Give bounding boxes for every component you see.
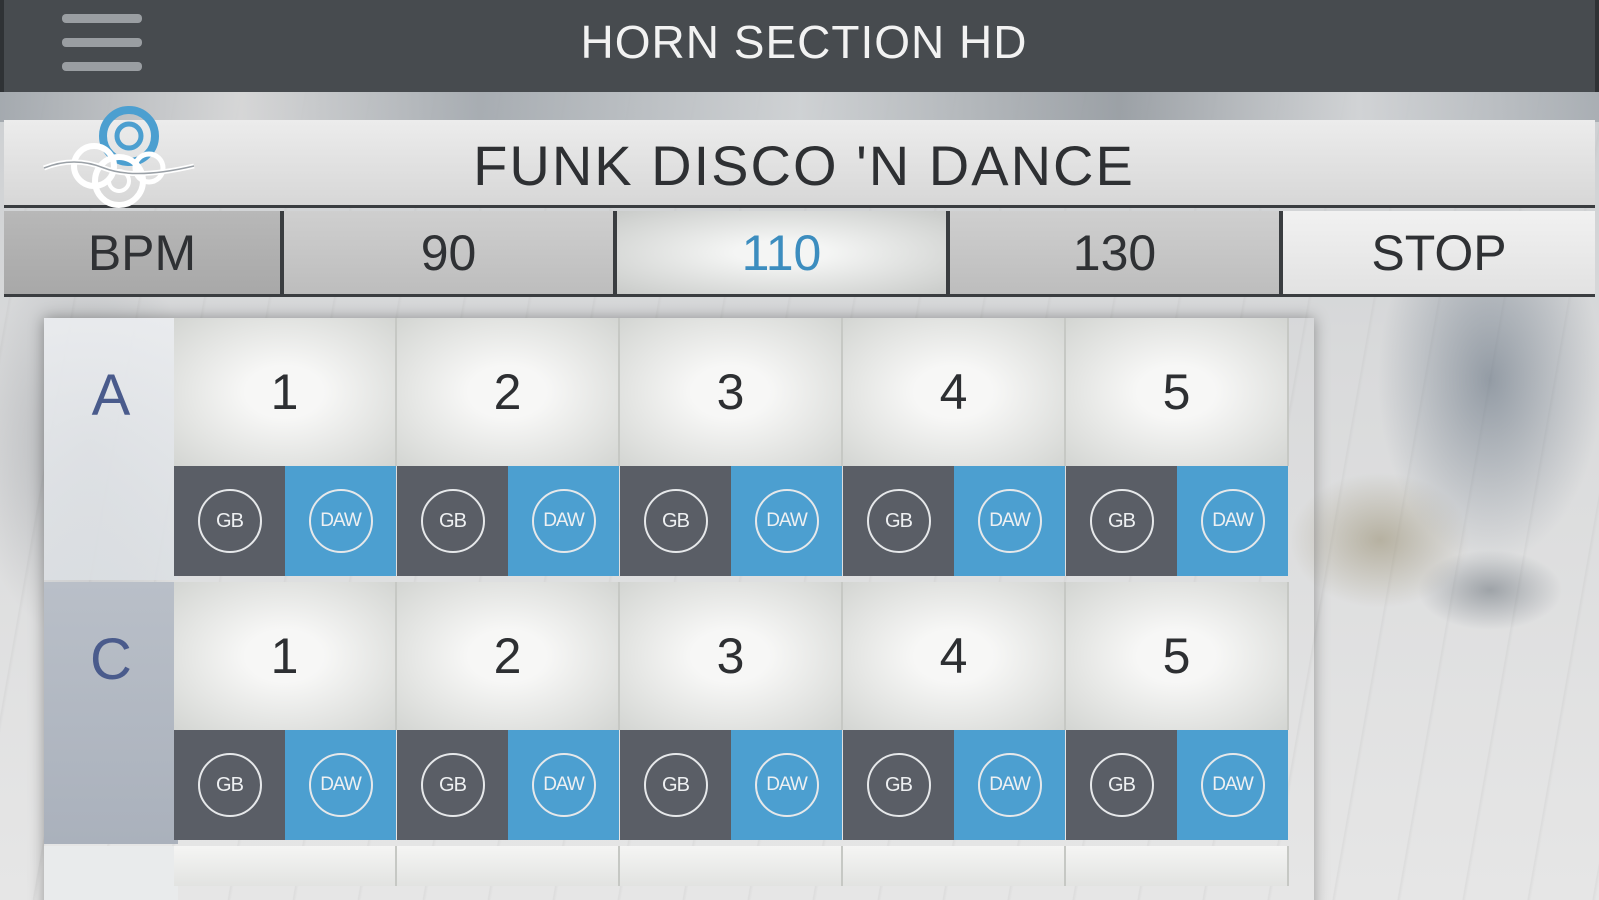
daw-export-button-a-5[interactable]: DAW: [1177, 466, 1288, 576]
gb-export-button-a-3[interactable]: GB: [620, 466, 731, 576]
pad-grid: A 1 2 3 4 5 GB DAW GB DAW GB DAW GB DAW …: [44, 318, 1314, 900]
gb-export-button-a-2[interactable]: GB: [397, 466, 508, 576]
menu-line: [62, 62, 142, 71]
pad-c-4[interactable]: 4: [843, 582, 1066, 730]
pad-c-1[interactable]: 1: [174, 582, 397, 730]
row-key-c: C: [44, 582, 178, 844]
row-key-next: [44, 846, 178, 900]
pad-next-5[interactable]: [1066, 846, 1289, 886]
hamburger-menu-icon[interactable]: [62, 14, 142, 74]
bpm-label: BPM: [4, 211, 280, 294]
tempo-bar: BPM 90 110 130 STOP: [4, 211, 1595, 297]
pad-next-2[interactable]: [397, 846, 620, 886]
gb-export-button-c-5[interactable]: GB: [1066, 730, 1177, 840]
daw-export-button-c-5[interactable]: DAW: [1177, 730, 1288, 840]
gb-export-button-c-2[interactable]: GB: [397, 730, 508, 840]
daw-icon: DAW: [977, 489, 1042, 553]
background-strip: [0, 92, 1599, 122]
daw-icon: DAW: [531, 753, 596, 817]
app-title: HORN SECTION HD: [580, 16, 1028, 68]
gb-icon: GB: [866, 489, 931, 553]
gb-export-button-a-1[interactable]: GB: [174, 466, 285, 576]
row-key-label: A: [91, 363, 131, 428]
pad-next-3[interactable]: [620, 846, 843, 886]
daw-icon: DAW: [308, 753, 373, 817]
gb-export-button-c-1[interactable]: GB: [174, 730, 285, 840]
pad-a-1[interactable]: 1: [174, 318, 397, 466]
daw-export-button-c-3[interactable]: DAW: [731, 730, 842, 840]
daw-icon: DAW: [754, 489, 819, 553]
pad-c-3[interactable]: 3: [620, 582, 843, 730]
tempo-90-button[interactable]: 90: [284, 211, 613, 294]
pad-a-4[interactable]: 4: [843, 318, 1066, 466]
daw-icon: DAW: [977, 753, 1042, 817]
pad-a-2[interactable]: 2: [397, 318, 620, 466]
preset-title: FUNK DISCO 'N DANCE: [473, 134, 1135, 197]
gb-icon: GB: [197, 753, 262, 817]
preset-banner: FUNK DISCO 'N DANCE: [4, 106, 1595, 208]
daw-icon: DAW: [1200, 489, 1265, 553]
gb-icon: GB: [1089, 489, 1154, 553]
daw-export-button-a-2[interactable]: DAW: [508, 466, 619, 576]
daw-icon: DAW: [531, 489, 596, 553]
daw-export-button-a-1[interactable]: DAW: [285, 466, 396, 576]
daw-export-button-c-4[interactable]: DAW: [954, 730, 1065, 840]
daw-icon: DAW: [754, 753, 819, 817]
tempo-110-button[interactable]: 110: [617, 211, 946, 294]
row-key-label: C: [90, 627, 132, 692]
gb-icon: GB: [866, 753, 931, 817]
gb-icon: GB: [1089, 753, 1154, 817]
menu-line: [62, 14, 142, 23]
gb-icon: GB: [643, 753, 708, 817]
gb-icon: GB: [197, 489, 262, 553]
daw-icon: DAW: [1200, 753, 1265, 817]
tempo-130-button[interactable]: 130: [950, 211, 1279, 294]
gb-export-button-c-3[interactable]: GB: [620, 730, 731, 840]
row-key-a: A: [44, 318, 178, 580]
pad-c-2[interactable]: 2: [397, 582, 620, 730]
daw-export-button-c-2[interactable]: DAW: [508, 730, 619, 840]
gb-export-button-a-4[interactable]: GB: [843, 466, 954, 576]
daw-icon: DAW: [308, 489, 373, 553]
stop-button[interactable]: STOP: [1283, 211, 1595, 294]
gb-icon: GB: [420, 753, 485, 817]
gb-icon: GB: [643, 489, 708, 553]
pad-a-3[interactable]: 3: [620, 318, 843, 466]
pad-next-4[interactable]: [843, 846, 1066, 886]
swirl-logo-icon: [43, 106, 195, 208]
gb-export-button-c-4[interactable]: GB: [843, 730, 954, 840]
app-bar: HORN SECTION HD: [0, 0, 1599, 92]
pad-a-5[interactable]: 5: [1066, 318, 1289, 466]
pad-next-1[interactable]: [174, 846, 397, 886]
gb-export-button-a-5[interactable]: GB: [1066, 466, 1177, 576]
pad-c-5[interactable]: 5: [1066, 582, 1289, 730]
daw-export-button-a-4[interactable]: DAW: [954, 466, 1065, 576]
menu-line: [62, 38, 142, 47]
gb-icon: GB: [420, 489, 485, 553]
daw-export-button-c-1[interactable]: DAW: [285, 730, 396, 840]
daw-export-button-a-3[interactable]: DAW: [731, 466, 842, 576]
